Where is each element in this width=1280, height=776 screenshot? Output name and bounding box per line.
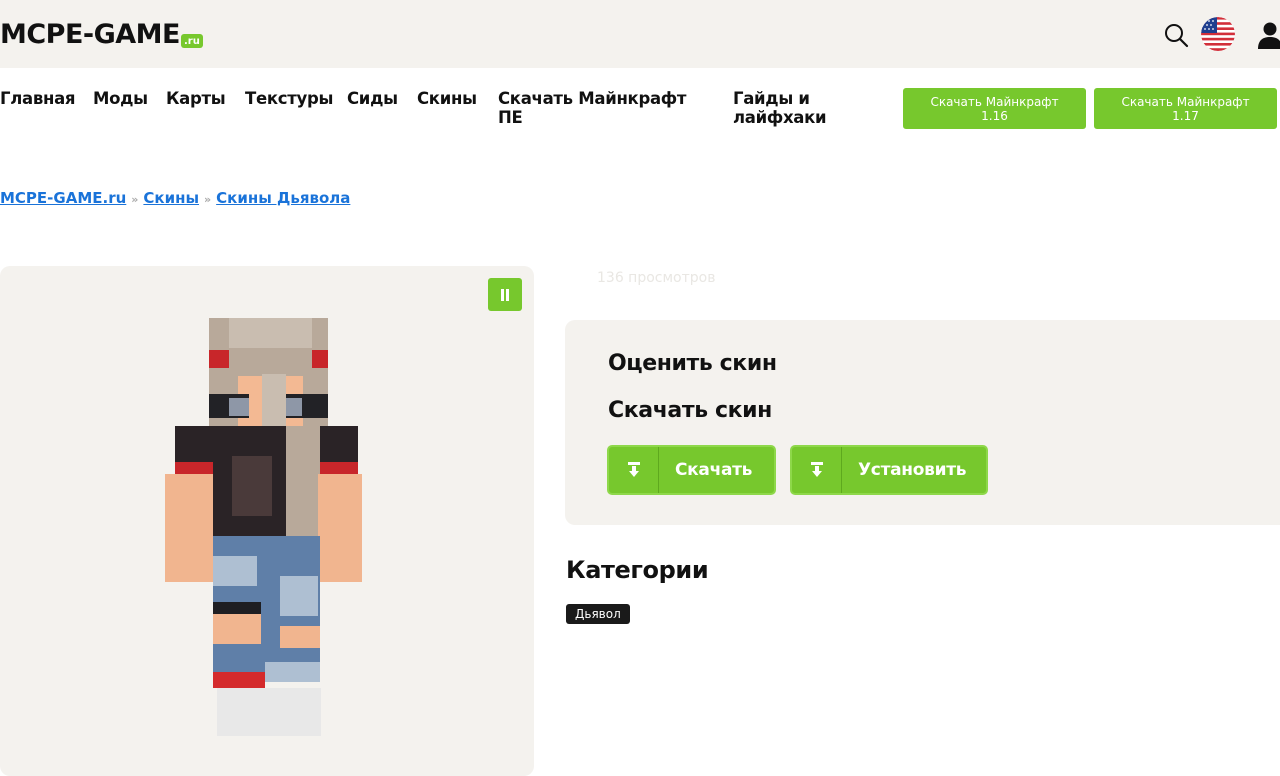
user-icon[interactable] <box>1255 20 1280 50</box>
breadcrumb-separator: » <box>204 193 212 206</box>
download-minecraft-1-17-button[interactable]: Скачать Майнкрафт 1.17 <box>1094 88 1277 129</box>
nav-item-guides[interactable]: Гайды и лайфхаки <box>733 89 827 127</box>
breadcrumb-home[interactable]: MCPE-GAME.ru <box>0 189 126 207</box>
download-1-17-line2: 1.17 <box>1172 108 1199 123</box>
search-icon[interactable] <box>1163 22 1189 48</box>
logo-suffix: .ru <box>181 34 203 48</box>
download-1-16-line2: 1.16 <box>981 108 1008 123</box>
nav-item-maps[interactable]: Карты <box>166 89 226 108</box>
download-minecraft-1-16-button[interactable]: Скачать Майнкрафт 1.16 <box>903 88 1086 129</box>
skin-preview-panel[interactable] <box>0 266 534 776</box>
nav-item-download-pe[interactable]: Скачать Майнкрафт ПЕ <box>498 89 686 127</box>
breadcrumb-separator: » <box>131 193 139 206</box>
nav-item-download-pe-line1: Скачать Майнкрафт <box>498 89 687 108</box>
install-label: Установить <box>858 460 967 480</box>
download-skin-title: Скачать скин <box>608 398 772 423</box>
rate-skin-title: Оценить скин <box>608 351 777 376</box>
view-count: 136 просмотров <box>597 270 716 286</box>
install-skin-button[interactable]: Установить <box>790 445 988 495</box>
breadcrumb-devil-skins[interactable]: Скины Дьявола <box>216 189 350 207</box>
nav-item-home[interactable]: Главная <box>0 89 76 108</box>
breadcrumb: MCPE-GAME.ru » Скины » Скины Дьявола <box>0 189 350 207</box>
main-nav: Главная Моды Карты Текстуры Сиды Скины С… <box>0 68 1280 158</box>
download-skin-button[interactable]: Скачать <box>607 445 776 495</box>
download-arrow-icon <box>609 447 659 493</box>
nav-item-download-pe-line2: ПЕ <box>498 108 523 127</box>
download-label: Скачать <box>675 460 753 480</box>
site-header: MCPE-GAME .ru <box>0 0 1280 68</box>
pause-button[interactable] <box>488 278 522 311</box>
pause-icon <box>501 288 509 301</box>
nav-item-skins[interactable]: Скины <box>417 89 477 108</box>
site-logo[interactable]: MCPE-GAME .ru <box>0 18 203 50</box>
nav-item-guides-line1: Гайды и <box>733 89 810 108</box>
logo-text: MCPE-GAME <box>0 19 181 50</box>
nav-item-seeds[interactable]: Сиды <box>347 89 398 108</box>
nav-item-textures[interactable]: Текстуры <box>245 89 333 108</box>
download-1-17-line1: Скачать Майнкрафт <box>1121 94 1250 109</box>
nav-item-guides-line2: лайфхаки <box>733 108 827 127</box>
skin-preview-figure <box>165 318 362 736</box>
breadcrumb-skins[interactable]: Скины <box>143 189 199 207</box>
nav-item-mods[interactable]: Моды <box>93 89 148 108</box>
us-flag-icon[interactable] <box>1201 17 1235 51</box>
install-arrow-icon <box>792 447 842 493</box>
categories-title: Категории <box>566 556 709 584</box>
category-tag[interactable]: Дьявол <box>566 604 630 624</box>
download-1-16-line1: Скачать Майнкрафт <box>930 94 1059 109</box>
